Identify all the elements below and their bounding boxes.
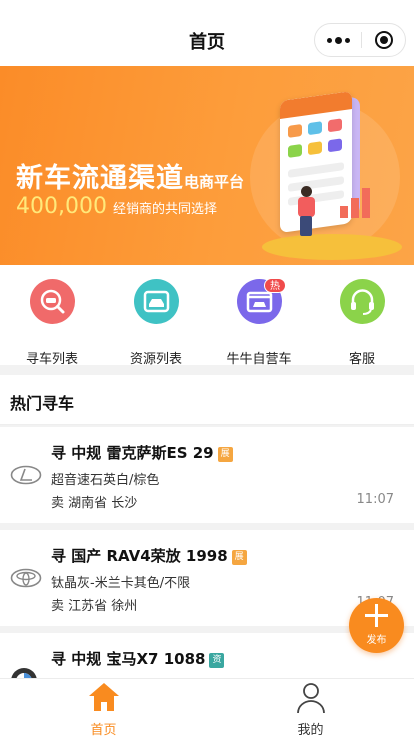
promo-banner[interactable]: 新车流通渠道电商平台 400,000 经销商的共同选择 — [0, 66, 414, 265]
banner-title: 新车流通渠道电商平台 — [16, 156, 244, 195]
listing-time: 11:07 — [356, 492, 394, 507]
close-miniprogram-icon[interactable] — [375, 31, 393, 49]
quick-item-label: 寻车列表 — [25, 352, 78, 367]
lexus-logo-icon — [10, 465, 42, 485]
banner-platform-illustration — [262, 234, 402, 260]
home-icon — [86, 679, 122, 715]
banner-count-number: 400,000 — [16, 194, 107, 219]
listing-title: 寻 中规 雷克萨斯ES 29 展 — [51, 442, 233, 463]
listing-prefix: 寻 — [51, 650, 67, 668]
headset-icon — [340, 279, 385, 324]
quick-item-self-operated[interactable]: 热 牛牛自营车 — [207, 278, 311, 367]
listing-color: 钛晶灰-米兰卡其色/不限 — [51, 576, 191, 591]
listing-tag: 展 — [231, 550, 247, 565]
listing-location: 卖 江苏省 徐州 — [51, 599, 138, 614]
listing-name: 中规 宝马X7 1088 — [71, 650, 206, 668]
tab-mine-label: 我的 — [297, 723, 324, 736]
tab-home[interactable]: 首页 — [0, 679, 207, 736]
tab-mine[interactable]: 我的 — [207, 679, 414, 736]
quick-item-label: 客服 — [348, 352, 375, 367]
mini-program-capsule — [314, 23, 406, 57]
listing-title: 寻 中规 宝马X7 1088 资 — [51, 648, 225, 669]
listing-tag: 资 — [209, 653, 225, 668]
listing-prefix: 寻 — [51, 444, 67, 462]
banner-count-desc: 经销商的共同选择 — [112, 202, 217, 217]
car-search-icon — [30, 279, 75, 324]
listing-tag: 展 — [217, 447, 233, 462]
app-screen: 首页 新车流通渠道电商平台 400,000 经销商的共同选择 寻车列表 资源列表… — [0, 0, 414, 736]
quick-item-label: 牛牛自营车 — [226, 352, 292, 367]
publish-label: 发布 — [366, 635, 387, 646]
hot-section-header: 热门寻车 — [0, 375, 414, 425]
quick-item-label: 资源列表 — [129, 352, 182, 367]
tab-home-label: 首页 — [90, 723, 117, 736]
quick-menu: 寻车列表 资源列表 热 牛牛自营车 客服 — [0, 265, 414, 367]
capsule-divider — [361, 32, 362, 48]
banner-person-illustration — [296, 186, 316, 236]
hot-badge: 热 — [264, 278, 286, 293]
listing-name: 中规 雷克萨斯ES 29 — [71, 444, 214, 462]
quick-item-car-search[interactable]: 寻车列表 — [0, 279, 104, 367]
listing-location: 卖 湖南省 长沙 — [51, 496, 138, 511]
listing-color: 超音速石英白/棕色 — [51, 473, 160, 488]
tab-bar: 首页 我的 — [0, 678, 414, 736]
listing-card[interactable]: 寻 中规 雷克萨斯ES 29 展 超音速石英白/棕色 卖 湖南省 长沙 11:07 — [0, 427, 414, 523]
nav-bar: 首页 — [0, 0, 414, 66]
banner-title-main: 新车流通渠道 — [16, 163, 184, 194]
plus-icon-vertical — [375, 604, 378, 627]
listing-title: 寻 国产 RAV4荣放 1998 展 — [51, 545, 247, 566]
hot-section-title: 热门寻车 — [10, 394, 75, 413]
car-resource-icon — [134, 279, 179, 324]
listing-prefix: 寻 — [51, 547, 67, 565]
toyota-logo-icon — [10, 568, 42, 588]
banner-count: 400,000 经销商的共同选择 — [16, 194, 217, 219]
user-icon — [293, 679, 329, 715]
quick-item-resources[interactable]: 资源列表 — [104, 279, 208, 367]
listing-name: 国产 RAV4荣放 1998 — [71, 547, 228, 565]
publish-button[interactable]: 发布 — [349, 598, 404, 653]
banner-title-suffix: 电商平台 — [184, 173, 245, 191]
more-menu-icon[interactable] — [315, 24, 361, 56]
quick-item-customer-service[interactable]: 客服 — [310, 279, 414, 367]
